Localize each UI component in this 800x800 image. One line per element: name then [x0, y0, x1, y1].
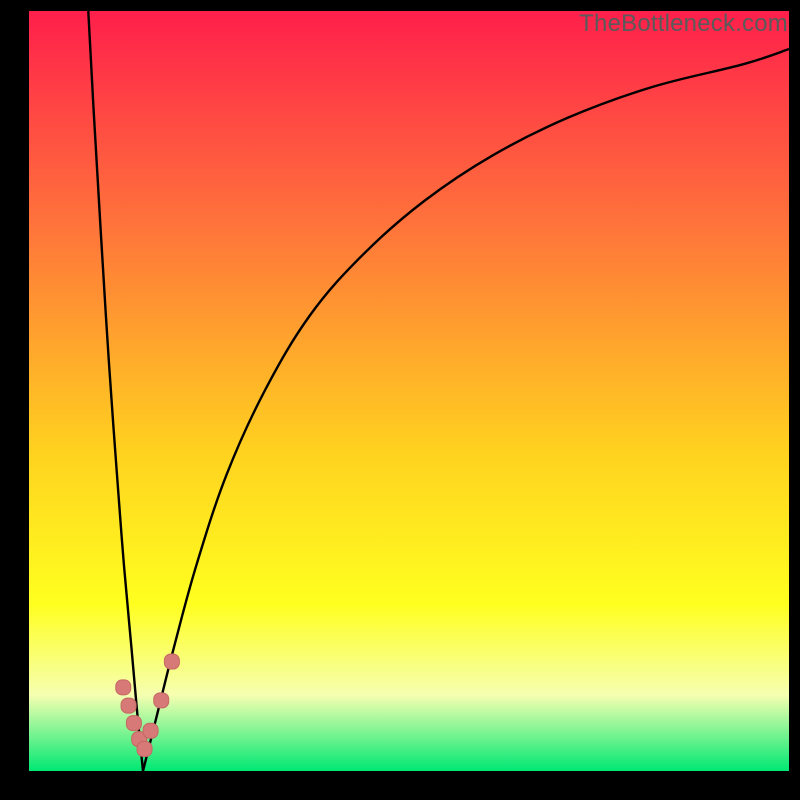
- marker-point: [164, 654, 179, 669]
- plot-background: [29, 11, 789, 771]
- marker-point: [126, 716, 141, 731]
- bottleneck-plot: [29, 11, 789, 771]
- marker-point: [121, 698, 136, 713]
- marker-point: [137, 741, 152, 756]
- marker-point: [116, 680, 131, 695]
- watermark-text: TheBottleneck.com: [579, 10, 788, 38]
- marker-point: [143, 723, 158, 738]
- chart-frame: TheBottleneck.com: [0, 0, 800, 800]
- marker-point: [154, 693, 169, 708]
